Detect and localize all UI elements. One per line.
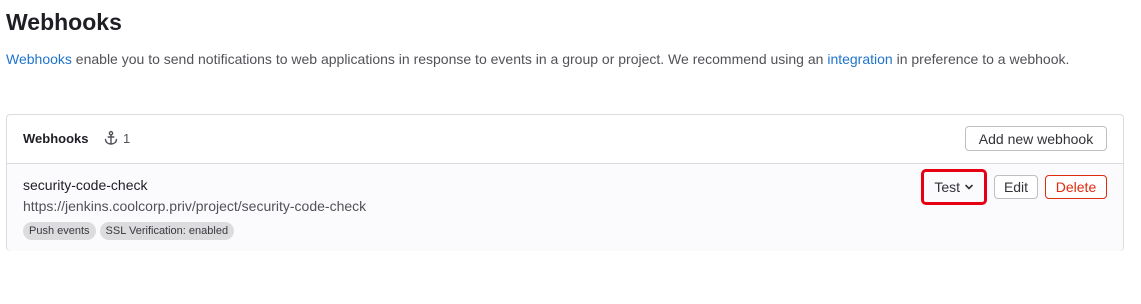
integration-link[interactable]: integration — [827, 51, 892, 67]
webhook-name: security-code-check — [23, 177, 148, 193]
test-dropdown-button[interactable]: Test — [930, 175, 978, 199]
test-label: Test — [934, 179, 960, 195]
card-header: Webhooks 1 Add new webhook — [7, 115, 1123, 164]
card-title: Webhooks — [23, 131, 89, 146]
webhook-list: security-code-check https://jenkins.cool… — [7, 164, 1123, 251]
webhook-count: 1 — [103, 130, 130, 146]
description-text-2: in preference to a webhook. — [892, 51, 1070, 67]
chevron-down-icon — [964, 179, 974, 195]
ssl-verification-badge: SSL Verification: enabled — [99, 222, 235, 240]
push-events-badge: Push events — [23, 222, 96, 240]
webhooks-docs-link[interactable]: Webhooks — [6, 51, 72, 67]
edit-webhook-button[interactable]: Edit — [994, 175, 1038, 199]
add-new-webhook-button[interactable]: Add new webhook — [965, 126, 1107, 151]
description-text-1: enable you to send notifications to web … — [71, 51, 828, 67]
webhook-badges: Push events SSL Verification: enabled — [23, 222, 235, 240]
page-title: Webhooks — [6, 9, 122, 35]
page-description: Webhooks enable you to send notification… — [6, 49, 1111, 70]
anchor-icon — [103, 130, 119, 146]
test-button-highlight: Test — [921, 169, 987, 205]
webhook-actions: Test Edit Delete — [921, 169, 1107, 205]
delete-webhook-button[interactable]: Delete — [1045, 175, 1107, 199]
webhooks-page: Webhooks Webhooks enable you to send not… — [0, 0, 1141, 304]
webhook-url: https://jenkins.coolcorp.priv/project/se… — [23, 198, 367, 214]
webhooks-card: Webhooks 1 Add new webhook security-code… — [6, 114, 1124, 251]
webhook-count-value: 1 — [123, 130, 131, 146]
